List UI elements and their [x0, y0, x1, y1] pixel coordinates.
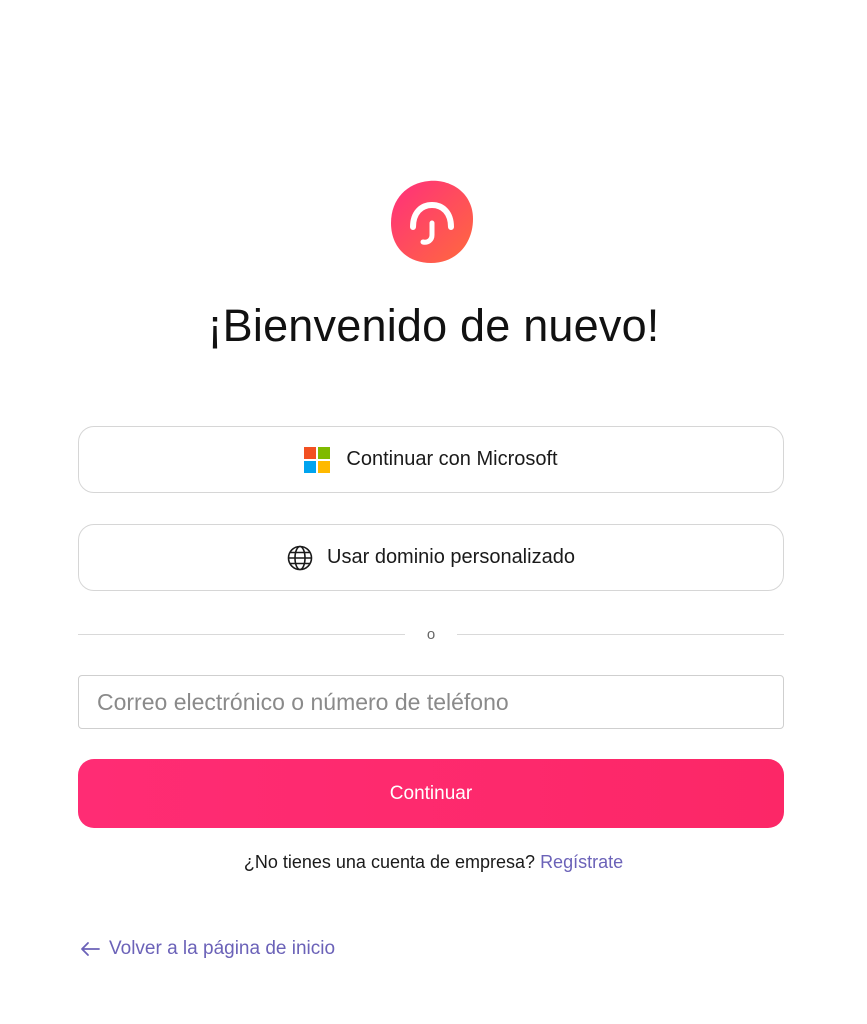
arrow-left-icon: [81, 942, 100, 956]
identifier-input[interactable]: [78, 675, 784, 729]
divider-line-left: [78, 633, 405, 635]
divider-line-right: [457, 633, 784, 635]
continue-button[interactable]: Continuar: [78, 759, 784, 828]
custom-domain-label: Usar dominio personalizado: [327, 546, 575, 568]
signup-prompt: ¿No tienes una cuenta de empresa? Regístr…: [0, 852, 867, 873]
divider-label: o: [426, 625, 436, 643]
microsoft-signin-button[interactable]: Continuar con Microsoft: [78, 426, 784, 493]
back-to-home-link[interactable]: Volver a la página de inicio: [79, 938, 335, 960]
signup-link[interactable]: Regístrate: [540, 852, 623, 872]
page-title: ¡Bienvenido de nuevo!: [207, 300, 660, 351]
globe-icon: [287, 545, 313, 571]
login-page: ¡Bienvenido de nuevo! Continuar con Micr…: [0, 0, 867, 1024]
headset-logo-icon: [389, 179, 475, 265]
custom-domain-button[interactable]: Usar dominio personalizado: [78, 524, 784, 591]
back-to-home-label: Volver a la página de inicio: [109, 938, 336, 959]
or-divider: o: [78, 622, 784, 646]
signup-prompt-text: ¿No tienes una cuenta de empresa?: [243, 852, 536, 872]
microsoft-signin-label: Continuar con Microsoft: [346, 448, 558, 470]
microsoft-logo-icon: [304, 446, 331, 473]
